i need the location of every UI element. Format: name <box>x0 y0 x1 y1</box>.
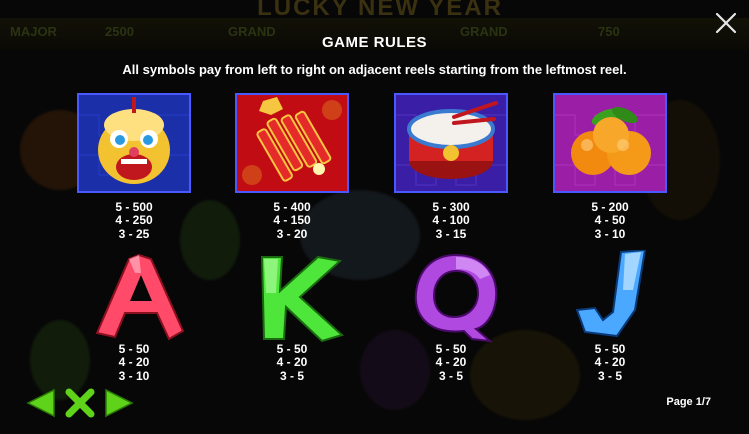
pay-line: 4 - 20 <box>118 355 150 370</box>
dialog-title: GAME RULES <box>321 34 427 51</box>
symbol-lion-dance <box>77 93 191 193</box>
pay-line: 3 - 10 <box>118 368 150 383</box>
pay-line: 3 - 15 <box>435 226 467 241</box>
pay-line: 3 - 5 <box>279 368 304 383</box>
drum-icon <box>396 95 506 191</box>
pay-line: 4 - 20 <box>435 355 467 370</box>
letter-k-icon <box>260 255 344 343</box>
symbol-a <box>89 253 189 343</box>
pay-line: 3 - 5 <box>597 368 622 383</box>
firecrackers-icon <box>237 95 347 191</box>
pay-line: 3 - 10 <box>594 226 626 241</box>
pay-line: 3 - 5 <box>438 368 463 383</box>
pay-line: 5 - 500 <box>115 200 153 214</box>
paytable-firecrackers: 5 - 400 4 - 150 3 - 20 <box>232 200 352 241</box>
paytable-a: 5 - 50 4 - 20 3 - 10 <box>74 342 194 383</box>
pay-line: 5 - 50 <box>594 342 626 356</box>
symbol-k <box>248 253 348 343</box>
rules-description: All symbols pay from left to right on ad… <box>122 62 627 77</box>
letter-a-icon <box>95 253 185 341</box>
pay-line: 4 - 20 <box>276 355 308 370</box>
x-icon <box>65 388 95 418</box>
arrow-right-icon <box>105 388 134 418</box>
next-page-button[interactable] <box>102 386 136 420</box>
symbol-q <box>406 253 506 343</box>
previous-page-button[interactable] <box>24 386 58 420</box>
letter-q-icon <box>414 253 498 343</box>
paytable-k: 5 - 50 4 - 20 3 - 5 <box>232 342 352 383</box>
lion-dance-icon <box>79 95 189 191</box>
pay-line: 5 - 400 <box>273 200 311 214</box>
pay-line: 3 - 25 <box>118 226 150 241</box>
symbol-j <box>565 250 665 340</box>
oranges-icon <box>555 95 665 191</box>
arrow-left-icon <box>26 388 55 418</box>
paytable-q: 5 - 50 4 - 20 3 - 5 <box>391 342 511 383</box>
pay-line: 5 - 300 <box>432 200 470 214</box>
pay-line: 4 - 100 <box>432 213 470 228</box>
pay-line: 5 - 50 <box>118 342 150 356</box>
pay-line: 3 - 20 <box>276 226 308 241</box>
close-button[interactable] <box>713 10 739 36</box>
pay-line: 4 - 250 <box>115 213 153 228</box>
paytable-j: 5 - 50 4 - 20 3 - 5 <box>550 342 670 383</box>
exit-rules-button[interactable] <box>63 386 97 420</box>
pay-line: 5 - 50 <box>435 342 467 356</box>
pay-line: 5 - 200 <box>591 200 629 214</box>
pay-line: 4 - 20 <box>594 355 626 370</box>
paytable-oranges: 5 - 200 4 - 50 3 - 10 <box>550 200 670 241</box>
symbol-drum <box>394 93 508 193</box>
paytable-drum: 5 - 300 4 - 100 3 - 15 <box>391 200 511 241</box>
game-rules-dialog: GAME RULES All symbols pay from left to … <box>0 0 749 434</box>
pay-line: 4 - 50 <box>594 213 626 228</box>
pay-line: 4 - 150 <box>273 213 311 228</box>
pay-line: 5 - 50 <box>276 342 308 356</box>
page-indicator: Page 1/7 <box>666 396 711 408</box>
paytable-lion-dance: 5 - 500 4 - 250 3 - 25 <box>74 200 194 241</box>
close-icon <box>715 12 737 34</box>
symbol-firecrackers <box>235 93 349 193</box>
letter-j-icon <box>575 250 647 338</box>
symbol-oranges <box>553 93 667 193</box>
